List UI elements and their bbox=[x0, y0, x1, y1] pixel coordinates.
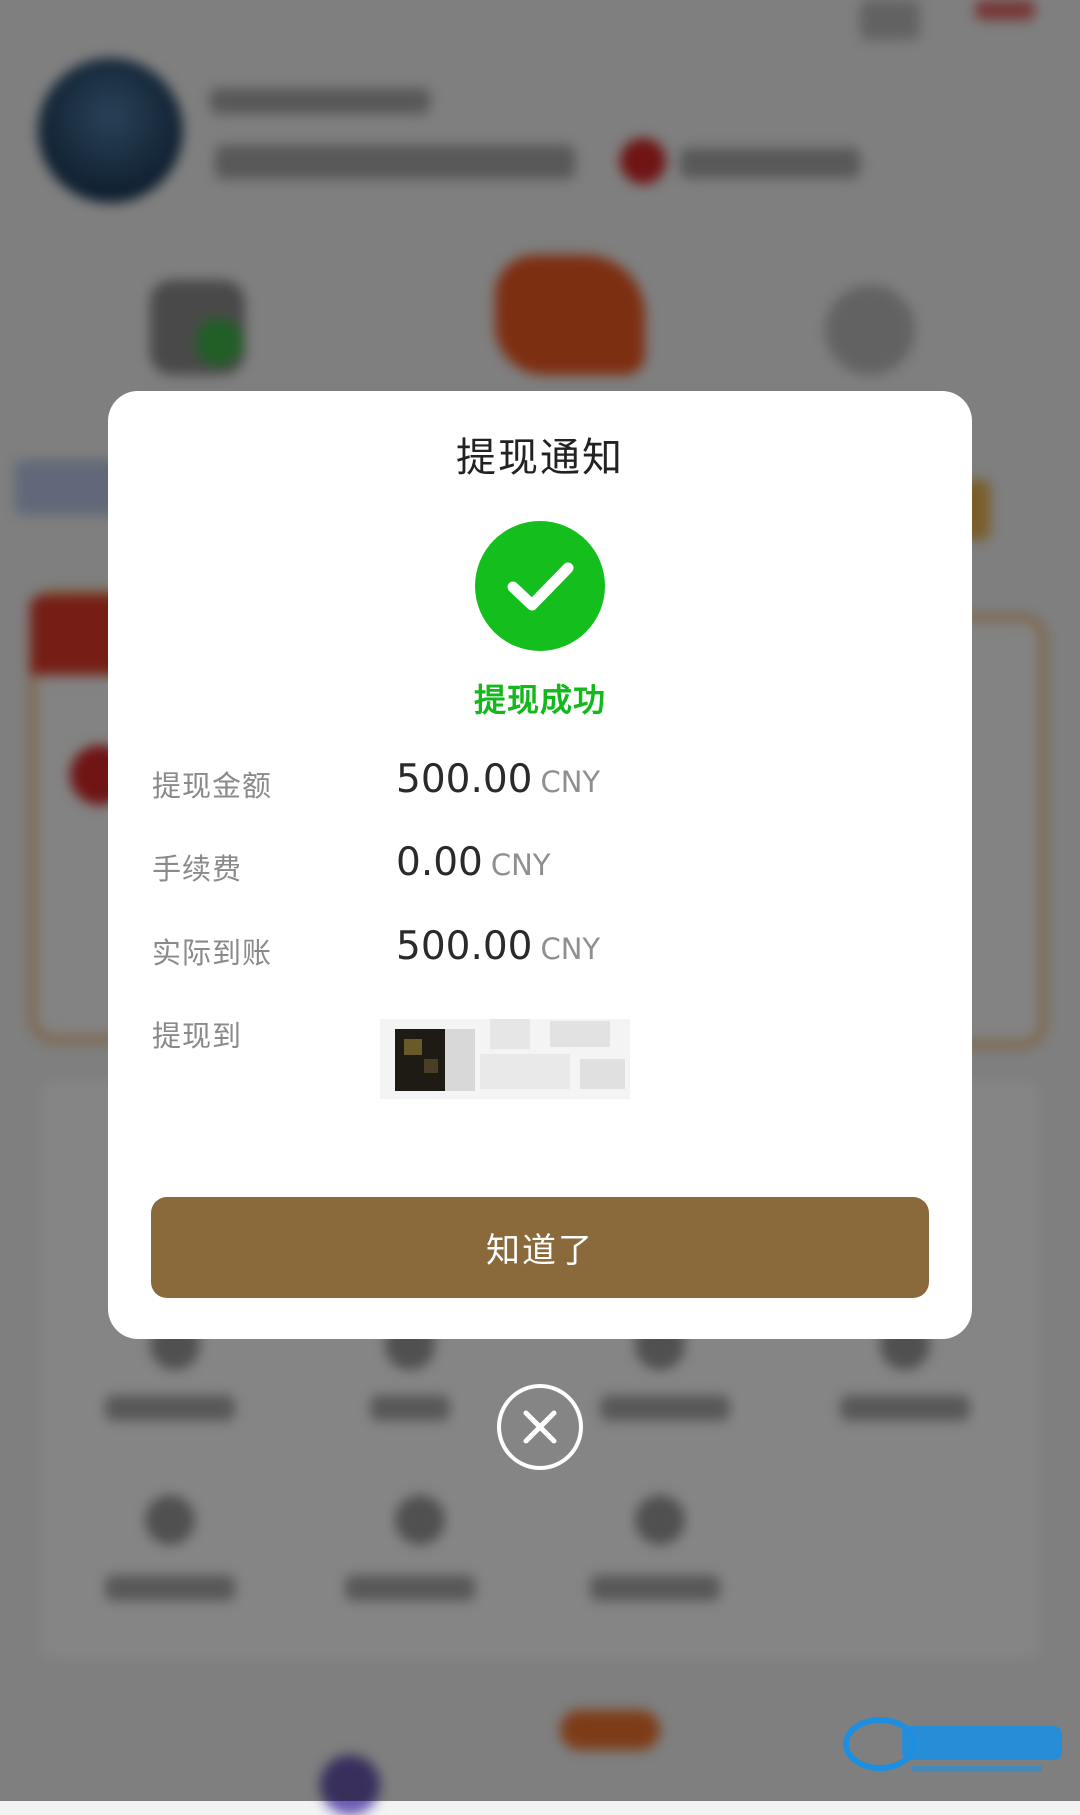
actual-received-unit: CNY bbox=[540, 932, 601, 966]
check-circle-icon bbox=[475, 521, 605, 651]
withdraw-amount-value: 500.00 CNY bbox=[396, 757, 600, 802]
fee-number: 0.00 bbox=[396, 840, 483, 885]
withdraw-amount-number: 500.00 bbox=[396, 757, 533, 802]
withdraw-amount-label: 提现金额 bbox=[152, 769, 273, 803]
withdraw-to-label: 提现到 bbox=[152, 1019, 243, 1053]
close-circle-icon[interactable] bbox=[497, 1384, 583, 1470]
watermark-logo bbox=[842, 1708, 1068, 1780]
fee-unit: CNY bbox=[490, 848, 551, 882]
status-text: 提现成功 bbox=[473, 681, 606, 719]
actual-received-value: 500.00 CNY bbox=[396, 924, 600, 969]
masked-account-info bbox=[380, 1009, 660, 1109]
dialog-title: 提现通知 bbox=[456, 435, 624, 481]
actual-received-label: 实际到账 bbox=[152, 936, 273, 970]
fee-label: 手续费 bbox=[152, 852, 243, 886]
withdraw-amount-unit: CNY bbox=[540, 765, 601, 799]
actual-received-number: 500.00 bbox=[396, 924, 533, 969]
fee-value: 0.00 CNY bbox=[396, 840, 551, 885]
confirm-button[interactable]: 知道了 bbox=[151, 1197, 929, 1298]
withdrawal-notice-dialog: 提现通知 提现成功 提现金额 500.00 CNY 手续费 0.00 CNY 实际到… bbox=[108, 391, 972, 1339]
